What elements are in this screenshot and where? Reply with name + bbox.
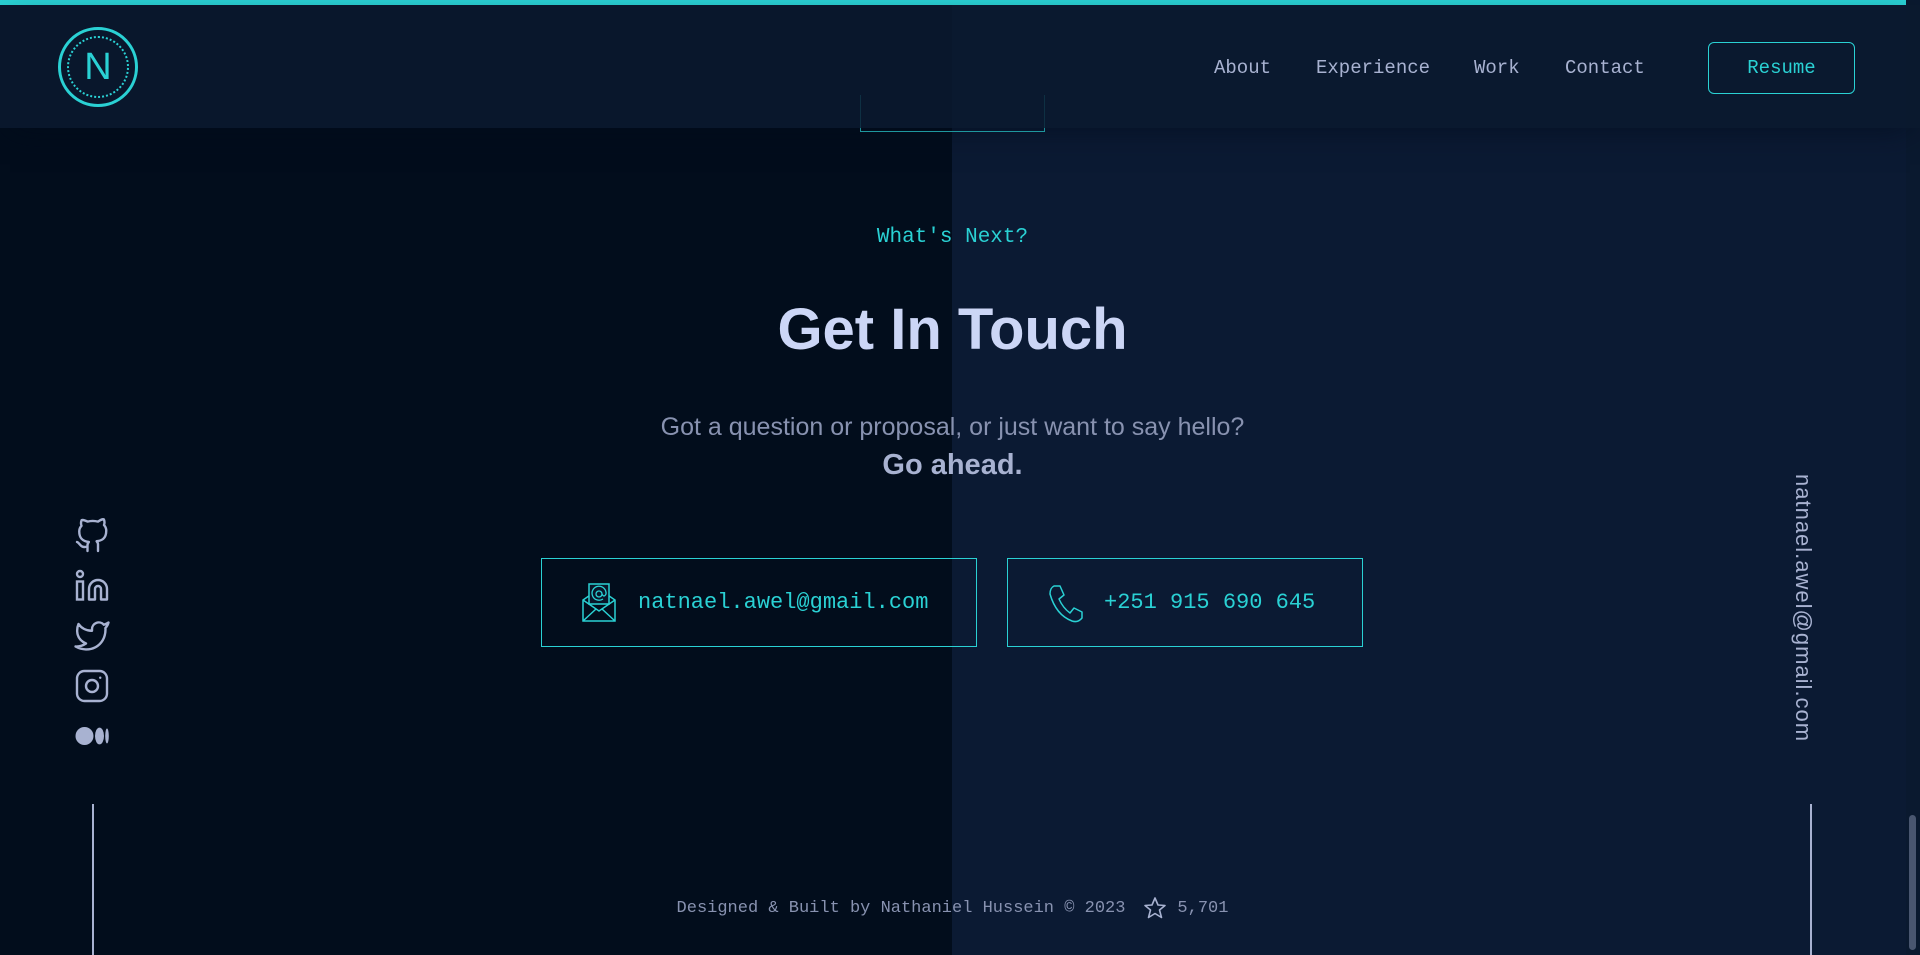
phone-text: +251 915 690 645 bbox=[1104, 590, 1316, 615]
twitter-icon[interactable] bbox=[74, 618, 110, 654]
site-header: N About Experience Work Contact Resume bbox=[0, 5, 1920, 128]
instagram-icon[interactable] bbox=[74, 668, 110, 704]
linkedin-icon[interactable] bbox=[74, 568, 110, 604]
nav-experience[interactable]: Experience bbox=[1316, 57, 1430, 79]
star-icon bbox=[1144, 897, 1167, 919]
section-subtitle: Got a question or proposal, or just want… bbox=[0, 408, 1905, 484]
footer-credit[interactable]: Designed & Built by Nathaniel Hussein © … bbox=[677, 899, 1126, 918]
phone-card[interactable]: +251 915 690 645 bbox=[1007, 558, 1363, 647]
medium-icon[interactable] bbox=[74, 718, 110, 754]
scrollbar[interactable] bbox=[1906, 0, 1920, 955]
section-title: Get In Touch bbox=[777, 297, 1128, 362]
email-card[interactable]: natnael.awel@gmail.com bbox=[541, 558, 977, 647]
envelope-icon bbox=[582, 582, 616, 622]
subtitle-strong: Go ahead. bbox=[882, 449, 1023, 481]
email-text: natnael.awel@gmail.com bbox=[638, 590, 929, 615]
social-links bbox=[74, 518, 114, 768]
github-icon[interactable] bbox=[74, 518, 110, 554]
resume-button[interactable]: Resume bbox=[1708, 42, 1855, 94]
logo[interactable]: N bbox=[58, 27, 138, 107]
right-side-line bbox=[1810, 804, 1812, 955]
left-side-line bbox=[92, 804, 94, 955]
scrollbar-thumb[interactable] bbox=[1909, 815, 1916, 950]
site-footer: Designed & Built by Nathaniel Hussein © … bbox=[0, 896, 1905, 920]
side-email-link[interactable]: natnael.awel@gmail.com bbox=[1790, 474, 1816, 742]
star-count: 5,701 bbox=[1177, 898, 1229, 918]
phone-icon bbox=[1049, 584, 1083, 622]
subtitle-text: Got a question or proposal, or just want… bbox=[660, 413, 1245, 441]
nav-about[interactable]: About bbox=[1214, 57, 1271, 79]
nav-contact[interactable]: Contact bbox=[1565, 57, 1645, 79]
nav-work[interactable]: Work bbox=[1474, 57, 1520, 79]
section-overline: What's Next? bbox=[876, 226, 1029, 249]
logo-letter: N bbox=[84, 45, 112, 88]
